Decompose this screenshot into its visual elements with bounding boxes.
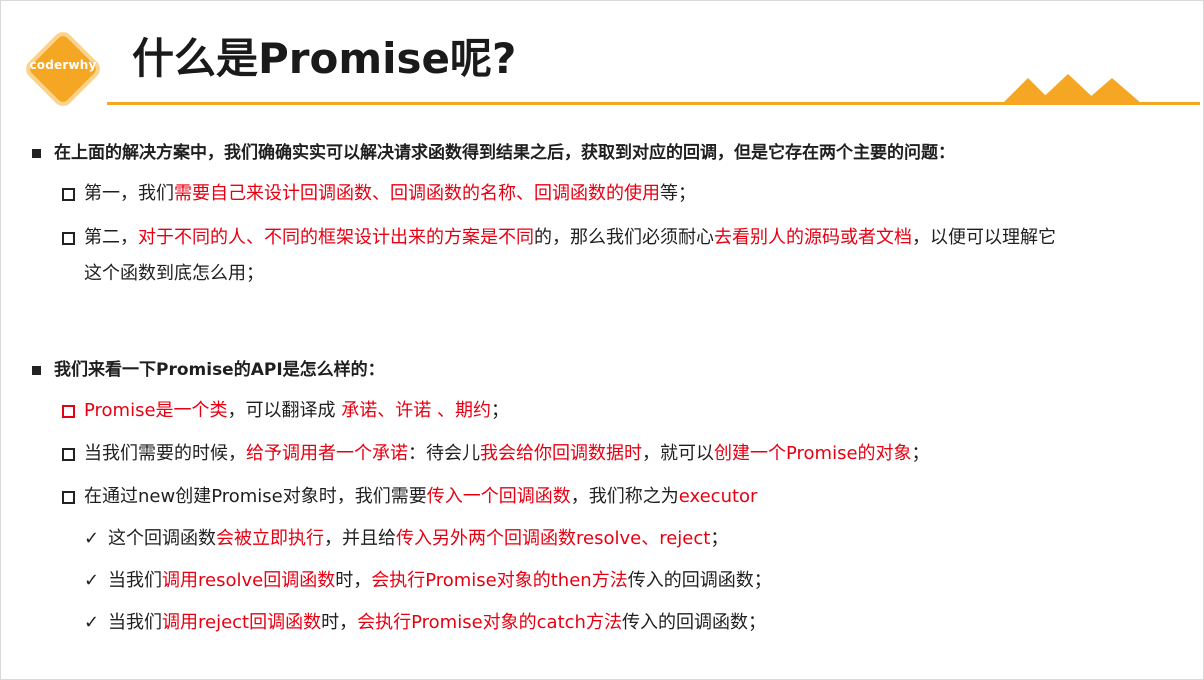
text-run: 时，	[321, 612, 358, 633]
highlight-run: executor	[678, 486, 758, 507]
text-run: 传入的回调函数；	[621, 612, 766, 633]
sub-item-3: 当我们调用reject回调函数时，会执行Promise对象的catch方法传入的…	[108, 611, 766, 635]
highlight-run: 我会给你回调数据时	[480, 443, 642, 464]
text-run: ；	[710, 528, 729, 549]
highlight-run: 需要自己来设计回调函数、回调函数的名称、回调函数的使用	[174, 183, 660, 204]
box-bullet-icon	[62, 188, 75, 201]
text-run: ；	[491, 400, 510, 421]
highlight-run: 对于不同的人、不同的框架设计出来的方案是不同	[138, 227, 534, 248]
highlight-run: 会执行Promise对象的then方法	[371, 570, 628, 591]
text-run: 的，那么我们必须耐心	[534, 227, 714, 248]
box-bullet-icon	[62, 405, 75, 418]
page-title: 什么是Promise呢?	[132, 34, 517, 83]
section1-item-1: 第一，我们需要自己来设计回调函数、回调函数的名称、回调函数的使用等；	[84, 182, 696, 206]
section1-heading: 在上面的解决方案中，我们确确实实可以解决请求函数得到结果之后，获取到对应的回调，…	[54, 143, 955, 163]
highlight-run: 调用reject回调函数	[162, 612, 322, 633]
text-run: ，就可以	[642, 443, 714, 464]
mountains-decoration	[1002, 74, 1142, 104]
text-run: 在通过new创建Promise对象时，我们需要	[84, 486, 427, 507]
highlight-run: 承诺、许诺 、期约	[341, 400, 492, 421]
text-run: ，可以翻译成	[227, 400, 342, 421]
highlight-run: 创建一个Promise的对象	[714, 443, 912, 464]
text-run: 时，	[335, 570, 372, 591]
checkmark-icon: ✓	[84, 570, 100, 591]
section2-heading: 我们来看一下Promise的API是怎么样的：	[54, 360, 385, 380]
text-run: ；	[911, 443, 930, 464]
section1-item-2-continuation: 这个函数到底怎么用；	[84, 263, 264, 284]
section1-item-2: 第二，对于不同的人、不同的框架设计出来的方案是不同的，那么我们必须耐心去看别人的…	[84, 226, 1056, 250]
text-run: ：待会儿	[408, 443, 480, 464]
text-run: 当我们	[108, 612, 162, 633]
text-run: 等；	[660, 183, 696, 204]
text-run: ，以便可以理解它	[912, 227, 1056, 248]
box-bullet-icon	[62, 448, 75, 461]
highlight-run: 传入另外两个回调函数resolve、reject	[396, 528, 711, 549]
section2-item-3: 在通过new创建Promise对象时，我们需要传入一个回调函数，我们称之为exe…	[84, 485, 757, 509]
highlight-run: Promise是一个类	[84, 400, 228, 421]
text-run: 传入的回调函数；	[627, 570, 772, 591]
sub-item-1: 这个回调函数会被立即执行，并且给传入另外两个回调函数resolve、reject…	[108, 527, 728, 551]
text-run: ，并且给	[324, 528, 396, 549]
square-bullet-icon	[32, 366, 41, 375]
text-run: 第二，	[84, 227, 138, 248]
logo-text: coderwhy	[29, 58, 97, 72]
highlight-run: 会被立即执行	[216, 528, 324, 549]
highlight-run: 会执行Promise对象的catch方法	[357, 612, 622, 633]
sub-item-2: 当我们调用resolve回调函数时，会执行Promise对象的then方法传入的…	[108, 569, 772, 593]
checkmark-icon: ✓	[84, 612, 100, 633]
checkmark-icon: ✓	[84, 528, 100, 549]
highlight-run: 传入一个回调函数	[426, 486, 571, 507]
text-run: 当我们	[108, 570, 162, 591]
box-bullet-icon	[62, 491, 75, 504]
highlight-run: 去看别人的源码或者文档	[714, 227, 912, 248]
text-run: ，我们称之为	[570, 486, 679, 507]
square-bullet-icon	[32, 149, 41, 158]
text-run: 这个回调函数	[108, 528, 216, 549]
text-run: 第一，我们	[84, 183, 174, 204]
section2-item-2: 当我们需要的时候，给予调用者一个承诺：待会儿我会给你回调数据时，就可以创建一个P…	[84, 442, 930, 466]
text-run: 当我们需要的时候，	[84, 443, 246, 464]
highlight-run: 调用resolve回调函数	[162, 570, 336, 591]
section2-item-1: Promise是一个类，可以翻译成 承诺、许诺 、期约；	[84, 399, 509, 423]
highlight-run: 给予调用者一个承诺	[246, 443, 408, 464]
box-bullet-icon	[62, 232, 75, 245]
